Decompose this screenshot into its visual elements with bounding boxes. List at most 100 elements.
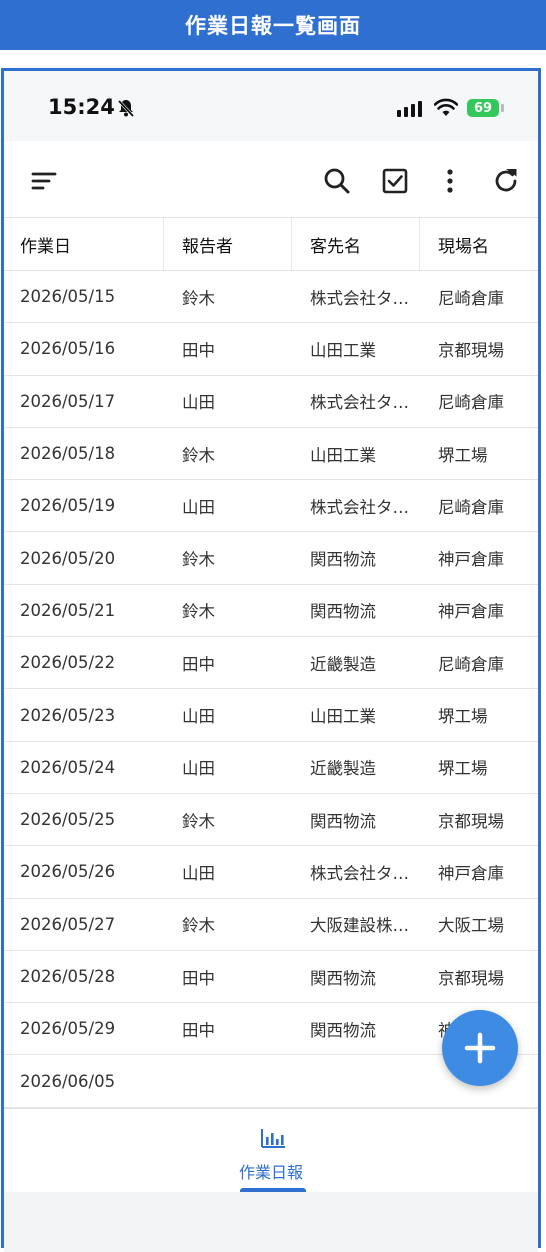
- phone-screen: 15:24 69 作業日 報告者 客先名 現場名 2026/05/15 鈴木 株…: [1, 68, 541, 1252]
- cell-site-text: 堺工場: [438, 445, 488, 465]
- cell-date: 2026/05/21: [4, 585, 164, 636]
- cell-date-text: 2026/05/18: [20, 444, 116, 464]
- cell-date: 2026/05/27: [4, 899, 164, 950]
- report-table: 作業日 報告者 客先名 現場名 2026/05/15 鈴木 株式会社タ… 尼崎倉庫 20…: [4, 217, 538, 1108]
- cell-date: 2026/05/20: [4, 532, 164, 583]
- table-row[interactable]: 2026/05/20 鈴木 関西物流 神戸倉庫: [4, 532, 538, 585]
- table-header: 作業日 報告者 客先名 現場名: [4, 217, 538, 271]
- status-time: 15:24: [48, 95, 115, 119]
- cell-date-text: 2026/05/23: [20, 705, 116, 725]
- cell-client-text: 株式会社タ…: [310, 288, 409, 308]
- table-row[interactable]: 2026/05/23 山田 山田工業 堺工場: [4, 689, 538, 742]
- cell-reporter-text: 鈴木: [182, 916, 215, 936]
- table-row[interactable]: 2026/05/25 鈴木 関西物流 京都現場: [4, 794, 538, 847]
- cell-date-text: 2026/05/24: [20, 757, 116, 777]
- battery-indicator: 69: [467, 99, 499, 117]
- cell-reporter-text: 山田: [182, 863, 215, 883]
- table-row[interactable]: 2026/05/16 田中 山田工業 京都現場: [4, 323, 538, 376]
- cell-date: 2026/05/15: [4, 271, 164, 322]
- cell-reporter-text: 田中: [182, 654, 215, 674]
- cell-site-text: 堺工場: [438, 707, 488, 727]
- cell-client: 株式会社タ…: [292, 376, 420, 427]
- cell-date-text: 2026/05/17: [20, 391, 116, 411]
- table-row[interactable]: 2026/05/22 田中 近畿製造 尼崎倉庫: [4, 637, 538, 690]
- cell-site: 堺工場: [420, 428, 538, 479]
- cell-site-text: 神戸倉庫: [438, 863, 504, 883]
- cell-site-text: 大阪工場: [438, 916, 504, 936]
- column-header-reporter[interactable]: 報告者: [164, 218, 292, 270]
- battery-tip: [501, 104, 504, 112]
- bar-chart-icon[interactable]: [260, 1127, 286, 1153]
- cell-client: 関西物流: [292, 1003, 420, 1054]
- cell-client: 株式会社タ…: [292, 846, 420, 897]
- cell-site: 京都現場: [420, 323, 538, 374]
- cell-reporter-text: 鈴木: [182, 288, 215, 308]
- cell-date-text: 2026/05/26: [20, 862, 116, 882]
- more-vert-icon[interactable]: [432, 163, 468, 199]
- cell-client-text: 大阪建設株…: [310, 916, 409, 936]
- cell-site: 尼崎倉庫: [420, 480, 538, 531]
- cell-client-text: 関西物流: [310, 968, 376, 988]
- checkbox-icon[interactable]: [377, 163, 413, 199]
- cell-reporter: 鈴木: [164, 428, 292, 479]
- cell-client-text: 株式会社タ…: [310, 863, 409, 883]
- cell-site: 堺工場: [420, 742, 538, 793]
- cell-date: 2026/06/05: [4, 1055, 164, 1106]
- cell-reporter: 山田: [164, 846, 292, 897]
- cell-reporter-text: 山田: [182, 707, 215, 727]
- cell-reporter-text: 鈴木: [182, 811, 215, 831]
- cell-reporter: 鈴木: [164, 794, 292, 845]
- cell-site-text: 京都現場: [438, 811, 504, 831]
- cell-date: 2026/05/22: [4, 637, 164, 688]
- table-row[interactable]: 2026/05/27 鈴木 大阪建設株… 大阪工場: [4, 899, 538, 951]
- column-header-date[interactable]: 作業日: [4, 218, 164, 270]
- add-report-button[interactable]: [442, 1010, 518, 1086]
- cell-client-text: 近畿製造: [310, 759, 376, 779]
- cell-date: 2026/05/28: [4, 951, 164, 1002]
- cell-reporter-text: 田中: [182, 1020, 215, 1040]
- table-row[interactable]: 2026/05/15 鈴木 株式会社タ… 尼崎倉庫: [4, 271, 538, 324]
- cell-date: 2026/05/24: [4, 742, 164, 793]
- cell-client: [292, 1055, 420, 1106]
- cell-date: 2026/05/26: [4, 846, 164, 897]
- cell-reporter: 山田: [164, 480, 292, 531]
- cell-reporter-text: 田中: [182, 968, 215, 988]
- table-row[interactable]: 2026/05/28 田中 関西物流 京都現場: [4, 951, 538, 1004]
- cell-client: 近畿製造: [292, 637, 420, 688]
- cell-reporter: 山田: [164, 689, 292, 740]
- table-row[interactable]: 2026/05/18 鈴木 山田工業 堺工場: [4, 428, 538, 481]
- cell-date: 2026/05/25: [4, 794, 164, 845]
- table-body: 2026/05/15 鈴木 株式会社タ… 尼崎倉庫 2026/05/16 田中 山田工業 京都…: [4, 271, 538, 1108]
- table-row[interactable]: 2026/05/17 山田 株式会社タ… 尼崎倉庫: [4, 376, 538, 428]
- menu-sort-icon[interactable]: [26, 163, 62, 199]
- cell-client: 関西物流: [292, 585, 420, 636]
- refresh-icon[interactable]: [488, 163, 524, 199]
- cell-site-text: 神戸倉庫: [438, 602, 504, 622]
- cell-reporter-text: 鈴木: [182, 602, 215, 622]
- cell-reporter: 田中: [164, 1003, 292, 1054]
- cell-client-text: 近畿製造: [310, 654, 376, 674]
- cell-reporter: 鈴木: [164, 271, 292, 322]
- column-header-client[interactable]: 客先名: [292, 218, 420, 270]
- cell-client-text: 山田工業: [310, 340, 376, 360]
- cell-date-text: 2026/05/15: [20, 287, 116, 307]
- cell-reporter-text: 山田: [182, 497, 215, 517]
- cell-client-text: 株式会社タ…: [310, 497, 409, 517]
- nav-item-daily-report[interactable]: 作業日報: [4, 1159, 538, 1183]
- table-row[interactable]: 2026/05/19 山田 株式会社タ… 尼崎倉庫: [4, 480, 538, 533]
- cell-site: 京都現場: [420, 951, 538, 1002]
- cell-site: 神戸倉庫: [420, 585, 538, 636]
- cell-site-text: 神戸倉庫: [438, 550, 504, 570]
- table-row[interactable]: 2026/05/21 鈴木 関西物流 神戸倉庫: [4, 585, 538, 638]
- cell-site-text: 尼崎倉庫: [438, 288, 504, 308]
- column-header-site[interactable]: 現場名: [420, 218, 538, 270]
- table-row[interactable]: 2026/05/24 山田 近畿製造 堺工場: [4, 742, 538, 794]
- cell-client: 関西物流: [292, 532, 420, 583]
- search-icon[interactable]: [319, 163, 355, 199]
- cell-date-text: 2026/05/19: [20, 496, 116, 516]
- signal-icon: [397, 101, 422, 117]
- bottom-navigation: 作業日報: [4, 1108, 538, 1193]
- table-row[interactable]: 2026/05/26 山田 株式会社タ… 神戸倉庫: [4, 846, 538, 899]
- cell-client-text: 株式会社タ…: [310, 393, 409, 413]
- cell-site-text: 尼崎倉庫: [438, 497, 504, 517]
